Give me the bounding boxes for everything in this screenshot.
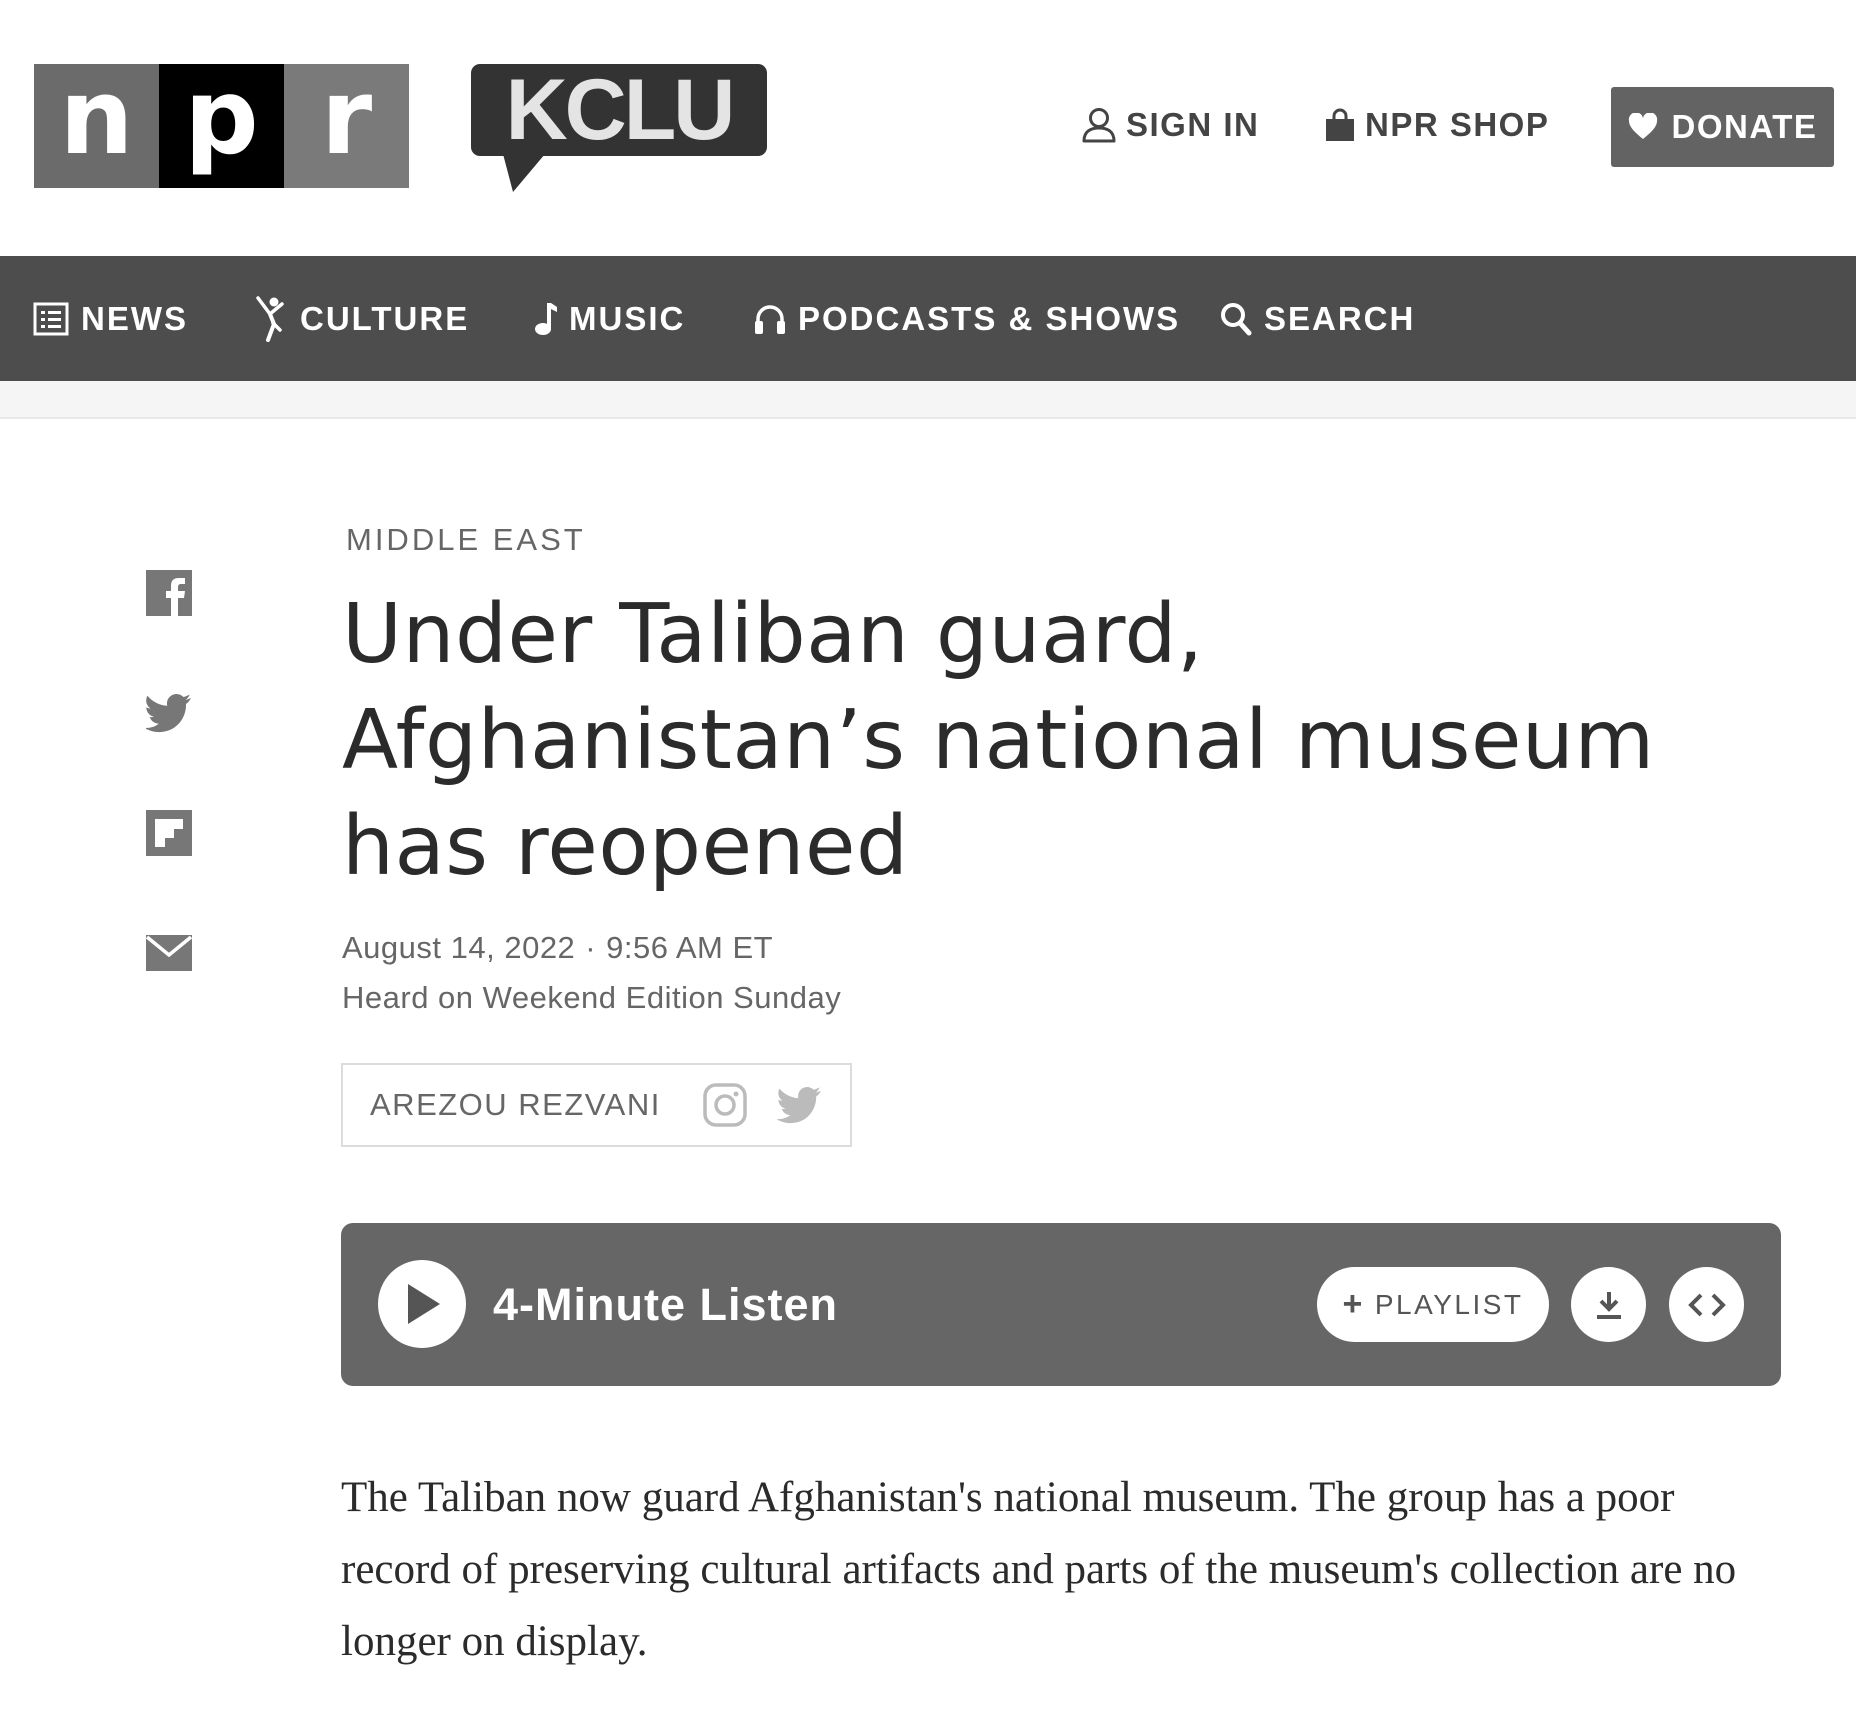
headphones-icon: [755, 304, 785, 334]
twitter-icon: [146, 694, 191, 733]
share-facebook[interactable]: [146, 570, 192, 616]
npr-logo-n: n: [34, 64, 159, 188]
headline-line: Under Taliban guard,: [342, 587, 1204, 682]
audio-title[interactable]: 4-Minute Listen: [493, 1223, 838, 1386]
byline-box: AREZOU REZVANI: [341, 1063, 852, 1147]
list-icon: [33, 302, 69, 335]
audio-player: 4-Minute Listen + PLAYLIST: [341, 1223, 1781, 1386]
dateline-separator: ·: [585, 930, 597, 965]
shopping-bag-icon: [1326, 108, 1354, 141]
nav-label: MUSIC: [569, 299, 686, 337]
nav-item-culture[interactable]: CULTURE: [254, 256, 469, 381]
npr-logo-r: r: [284, 64, 409, 188]
heart-icon: [1628, 113, 1657, 139]
station-logo[interactable]: KCLU: [471, 64, 767, 192]
headline-line: has reopened: [342, 799, 909, 894]
headline-line: Afghanistan’s national museum: [342, 693, 1655, 788]
main-nav: NEWS CULTURE MUSIC PODCASTS & SHOWS SEAR…: [0, 256, 1856, 381]
nav-item-search[interactable]: SEARCH: [1220, 256, 1415, 381]
music-note-icon: [535, 302, 557, 335]
playlist-label: PLAYLIST: [1374, 1288, 1524, 1320]
article-headline: Under Taliban guard, Afghanistan’s natio…: [342, 582, 1782, 900]
article-teaser: The Taliban now guard Afghanistan's nati…: [341, 1474, 1737, 1665]
user-icon: [1082, 108, 1116, 143]
search-icon: [1221, 302, 1252, 335]
npr-shop-link[interactable]: NPR SHOP: [1325, 106, 1549, 144]
code-brackets-icon: [1687, 1293, 1726, 1316]
nav-label: NEWS: [81, 299, 188, 337]
npr-logo[interactable]: n p r: [34, 64, 409, 188]
donate-button[interactable]: DONATE: [1611, 87, 1834, 167]
plus-icon: +: [1342, 1285, 1365, 1323]
donate-label: DONATE: [1671, 108, 1818, 145]
article-dateline: August 14, 2022 · 9:56 AM ET: [342, 930, 773, 966]
nav-item-podcasts-shows[interactable]: PODCASTS & SHOWS: [754, 256, 1180, 381]
add-to-playlist-button[interactable]: + PLAYLIST: [1317, 1267, 1549, 1342]
station-logo-speech-tail: [503, 154, 545, 192]
download-button[interactable]: [1571, 1267, 1646, 1342]
sign-in-label: SIGN IN: [1126, 106, 1260, 143]
share-flipboard[interactable]: [146, 810, 192, 856]
nav-item-music[interactable]: MUSIC: [533, 256, 685, 381]
nav-label: PODCASTS & SHOWS: [798, 299, 1181, 337]
instagram-icon[interactable]: [703, 1083, 747, 1127]
article-slug[interactable]: MIDDLE EAST: [346, 522, 586, 558]
nav-item-news[interactable]: NEWS: [33, 256, 188, 381]
site-header: n p r KCLU SIGN IN NPR SHOP DONATE: [0, 0, 1856, 256]
twitter-icon[interactable]: [776, 1086, 823, 1124]
facebook-icon: [146, 570, 192, 616]
sign-in-link[interactable]: SIGN IN: [1082, 106, 1259, 144]
flipboard-icon: [146, 810, 192, 856]
article-time: 9:56 AM ET: [606, 930, 774, 965]
dancer-icon: [256, 295, 284, 342]
npr-shop-label: NPR SHOP: [1365, 106, 1550, 143]
station-logo-box: KCLU: [471, 64, 767, 156]
email-icon: [146, 935, 192, 971]
npr-logo-p: p: [159, 64, 284, 188]
play-icon: [408, 1284, 440, 1324]
nav-divider-strip: [0, 381, 1856, 419]
share-twitter[interactable]: [146, 690, 192, 736]
nav-label: SEARCH: [1264, 299, 1416, 337]
download-icon: [1596, 1291, 1621, 1319]
station-logo-text: KCLU: [505, 62, 736, 158]
play-button[interactable]: [378, 1260, 466, 1348]
share-email[interactable]: [146, 930, 192, 976]
article-date: August 14, 2022: [342, 930, 576, 965]
program-credit[interactable]: Heard on Weekend Edition Sunday: [342, 980, 841, 1016]
embed-button[interactable]: [1669, 1267, 1744, 1342]
nav-label: CULTURE: [300, 299, 470, 337]
byline-author[interactable]: AREZOU REZVANI: [370, 1087, 661, 1123]
